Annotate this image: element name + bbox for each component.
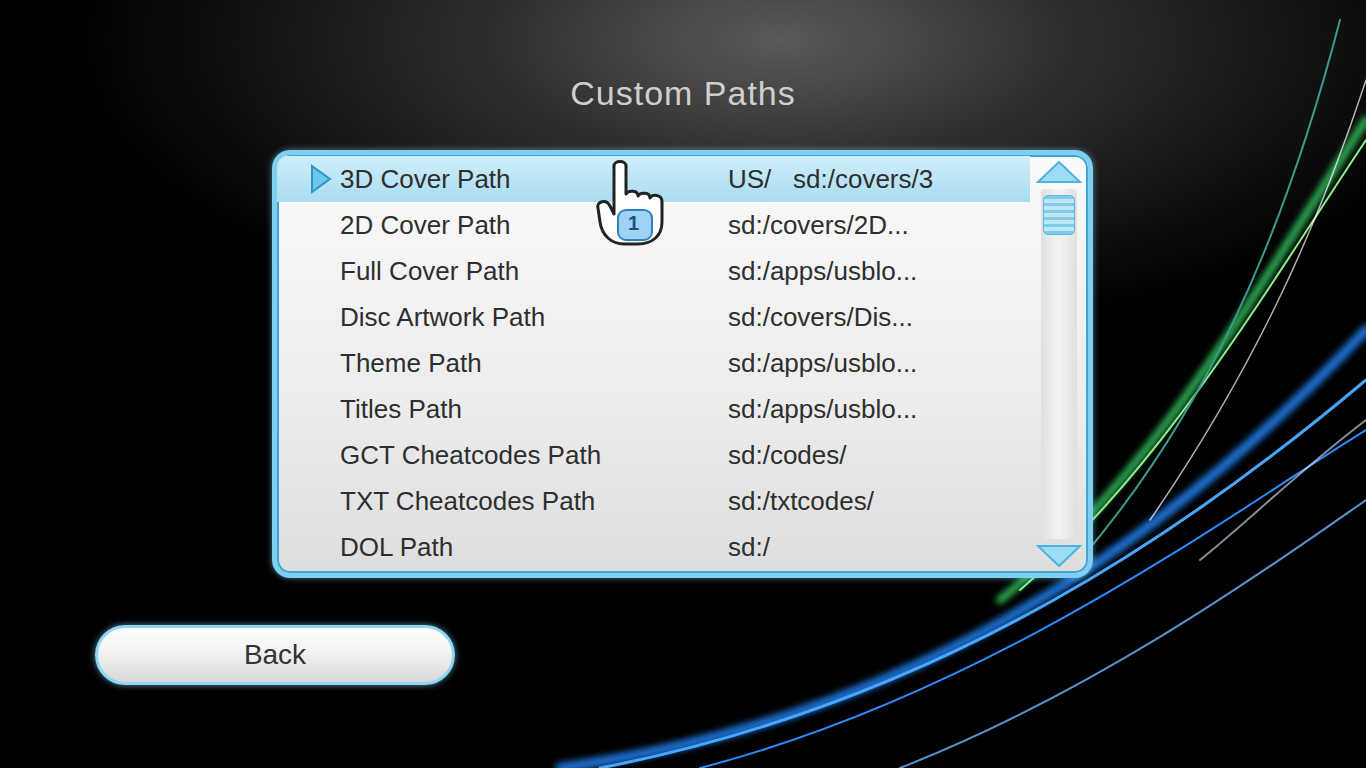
selection-arrow-icon <box>310 164 332 194</box>
arrow-cell <box>277 164 340 194</box>
path-label: GCT Cheatcodes Path <box>340 440 728 471</box>
path-label: Titles Path <box>340 394 728 425</box>
path-row[interactable]: Disc Artwork Pathsd:/covers/Dis... <box>277 294 1030 340</box>
path-row[interactable]: TXT Cheatcodes Pathsd:/txtcodes/ <box>277 478 1030 524</box>
path-value: sd:/ <box>728 532 1030 563</box>
pointer-number: 1 <box>628 212 639 235</box>
content: Custom Paths 3D Cover PathUS/ sd:/covers/… <box>0 0 1366 685</box>
hand-pointer-icon <box>594 160 676 250</box>
path-value: sd:/covers/2D... <box>728 210 1030 241</box>
path-value: US/ sd:/covers/3 <box>728 164 1030 195</box>
scroll-track[interactable] <box>1041 189 1077 539</box>
scroll-down-icon[interactable] <box>1035 543 1083 569</box>
screen-title: Custom Paths <box>0 74 1366 118</box>
path-value: sd:/apps/usblo... <box>728 256 1030 287</box>
path-label: 2D Cover Path <box>340 210 728 241</box>
path-label: 3D Cover Path <box>340 164 728 195</box>
path-row[interactable]: 2D Cover Pathsd:/covers/2D... <box>277 202 1030 248</box>
path-label: Theme Path <box>340 348 728 379</box>
path-row[interactable]: Titles Pathsd:/apps/usblo... <box>277 386 1030 432</box>
path-row[interactable]: DOL Pathsd:/ <box>277 524 1030 570</box>
scroll-thumb[interactable] <box>1043 195 1075 235</box>
path-label: Disc Artwork Path <box>340 302 728 333</box>
path-row[interactable]: GCT Cheatcodes Pathsd:/codes/ <box>277 432 1030 478</box>
wiimote-pointer: 1 <box>594 160 676 250</box>
path-value: sd:/txtcodes/ <box>728 486 1030 517</box>
path-row[interactable]: 3D Cover PathUS/ sd:/covers/3 <box>277 156 1030 202</box>
path-value: sd:/covers/Dis... <box>728 302 1030 333</box>
path-label: TXT Cheatcodes Path <box>340 486 728 517</box>
path-row[interactable]: Theme Pathsd:/apps/usblo... <box>277 340 1030 386</box>
scroll-up-icon[interactable] <box>1035 159 1083 185</box>
path-value: sd:/codes/ <box>728 440 1030 471</box>
path-value: sd:/apps/usblo... <box>728 394 1030 425</box>
scrollbar[interactable] <box>1030 155 1088 573</box>
path-label: DOL Path <box>340 532 728 563</box>
custom-paths-screen: Custom Paths 3D Cover PathUS/ sd:/covers/… <box>0 0 1366 768</box>
paths-panel: 3D Cover PathUS/ sd:/covers/32D Cover Pa… <box>272 150 1093 578</box>
path-value: sd:/apps/usblo... <box>728 348 1030 379</box>
paths-list: 3D Cover PathUS/ sd:/covers/32D Cover Pa… <box>277 155 1030 573</box>
back-button[interactable]: Back <box>95 625 455 685</box>
path-row[interactable]: Full Cover Pathsd:/apps/usblo... <box>277 248 1030 294</box>
path-label: Full Cover Path <box>340 256 728 287</box>
